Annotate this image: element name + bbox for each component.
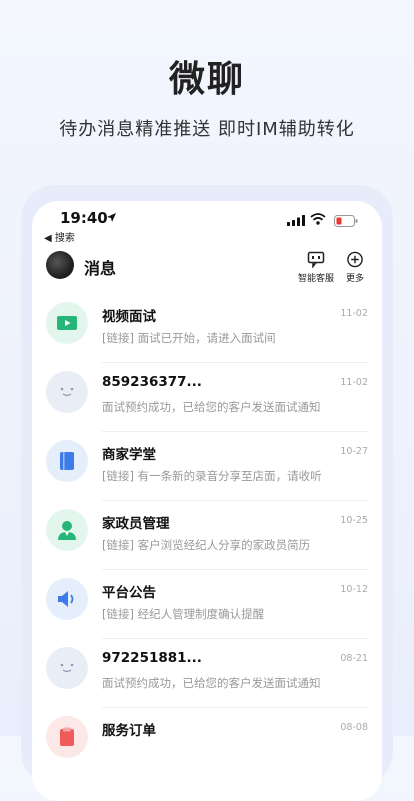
message-title: 家政员管理 [102,516,170,532]
more-button[interactable]: 更多 [342,251,368,284]
message-list: 视频面试 [链接] 面试已开始，请进入面试间 11-02 859236377..… [32,294,382,777]
customer-service-icon [307,251,325,268]
order-icon [46,716,88,758]
person-icon [46,509,88,551]
page-title: 消息 [84,259,117,278]
phone-screen: 19:40 ◀ 搜索 消息 智能客服 更多 视频面试 [链接] 面试已开始，请进… [32,201,382,801]
cellular-signal-icon [287,215,305,226]
message-row-service-order[interactable]: 服务订单 08-08 [32,708,382,777]
smiley-avatar-icon [46,647,88,689]
message-row-platform-announcement[interactable]: 平台公告 [链接] 经纪人管理制度确认提醒 10-12 [32,570,382,639]
status-bar: 19:40 ◀ 搜索 [32,201,382,244]
smart-service-button[interactable]: 智能客服 [296,251,336,284]
message-date: 08-21 [340,653,368,664]
message-preview: [链接] 有一条新的录音分享至店面，请收听 [102,469,322,483]
message-row-user-2[interactable]: 972251881... 面试预约成功，已给您的客户发送面试通知 08-21 [32,639,382,708]
message-row-video-interview[interactable]: 视频面试 [链接] 面试已开始，请进入面试间 11-02 [32,294,382,363]
status-time: 19:40 [60,209,108,227]
message-date: 11-02 [340,308,368,319]
message-title: 859236377... [102,374,202,390]
plus-circle-icon [347,251,363,268]
message-date: 08-08 [340,722,368,733]
smiley-avatar-icon [46,371,88,413]
message-preview: 面试预约成功，已给您的客户发送面试通知 [102,400,321,414]
wifi-icon [310,213,326,225]
more-label: 更多 [345,274,364,284]
message-title: 视频面试 [102,309,156,325]
battery-icon [334,215,358,227]
message-title: 972251881... [102,650,202,666]
message-preview: [链接] 面试已开始，请进入面试间 [102,331,276,345]
message-date: 11-02 [340,377,368,388]
message-row-merchant-school[interactable]: 商家学堂 [链接] 有一条新的录音分享至店面，请收听 10-27 [32,432,382,501]
speaker-icon [46,578,88,620]
message-preview: [链接] 经纪人管理制度确认提醒 [102,607,265,621]
user-avatar[interactable] [46,251,74,279]
message-title: 商家学堂 [102,447,156,463]
book-icon [46,440,88,482]
message-date: 10-12 [340,584,368,595]
hero-title: 微聊 [168,59,245,100]
smart-service-label: 智能客服 [297,274,334,284]
location-arrow-icon [107,213,116,222]
hero-subtitle: 待办消息精准推送 即时IM辅助转化 [59,119,355,140]
messages-header: 消息 智能客服 更多 [32,245,382,289]
message-row-user-1[interactable]: 859236377... 面试预约成功，已给您的客户发送面试通知 11-02 [32,363,382,432]
video-icon [46,302,88,344]
message-title: 平台公告 [102,585,156,601]
back-to-search-link[interactable]: ◀ 搜索 [44,229,75,244]
message-preview: [链接] 客户浏览经纪人分享的家政员简历 [102,538,311,552]
message-row-housekeeper-management[interactable]: 家政员管理 [链接] 客户浏览经纪人分享的家政员简历 10-25 [32,501,382,570]
message-title: 服务订单 [102,723,156,739]
message-date: 10-27 [340,446,368,457]
message-date: 10-25 [340,515,368,526]
message-preview: 面试预约成功，已给您的客户发送面试通知 [102,676,321,690]
